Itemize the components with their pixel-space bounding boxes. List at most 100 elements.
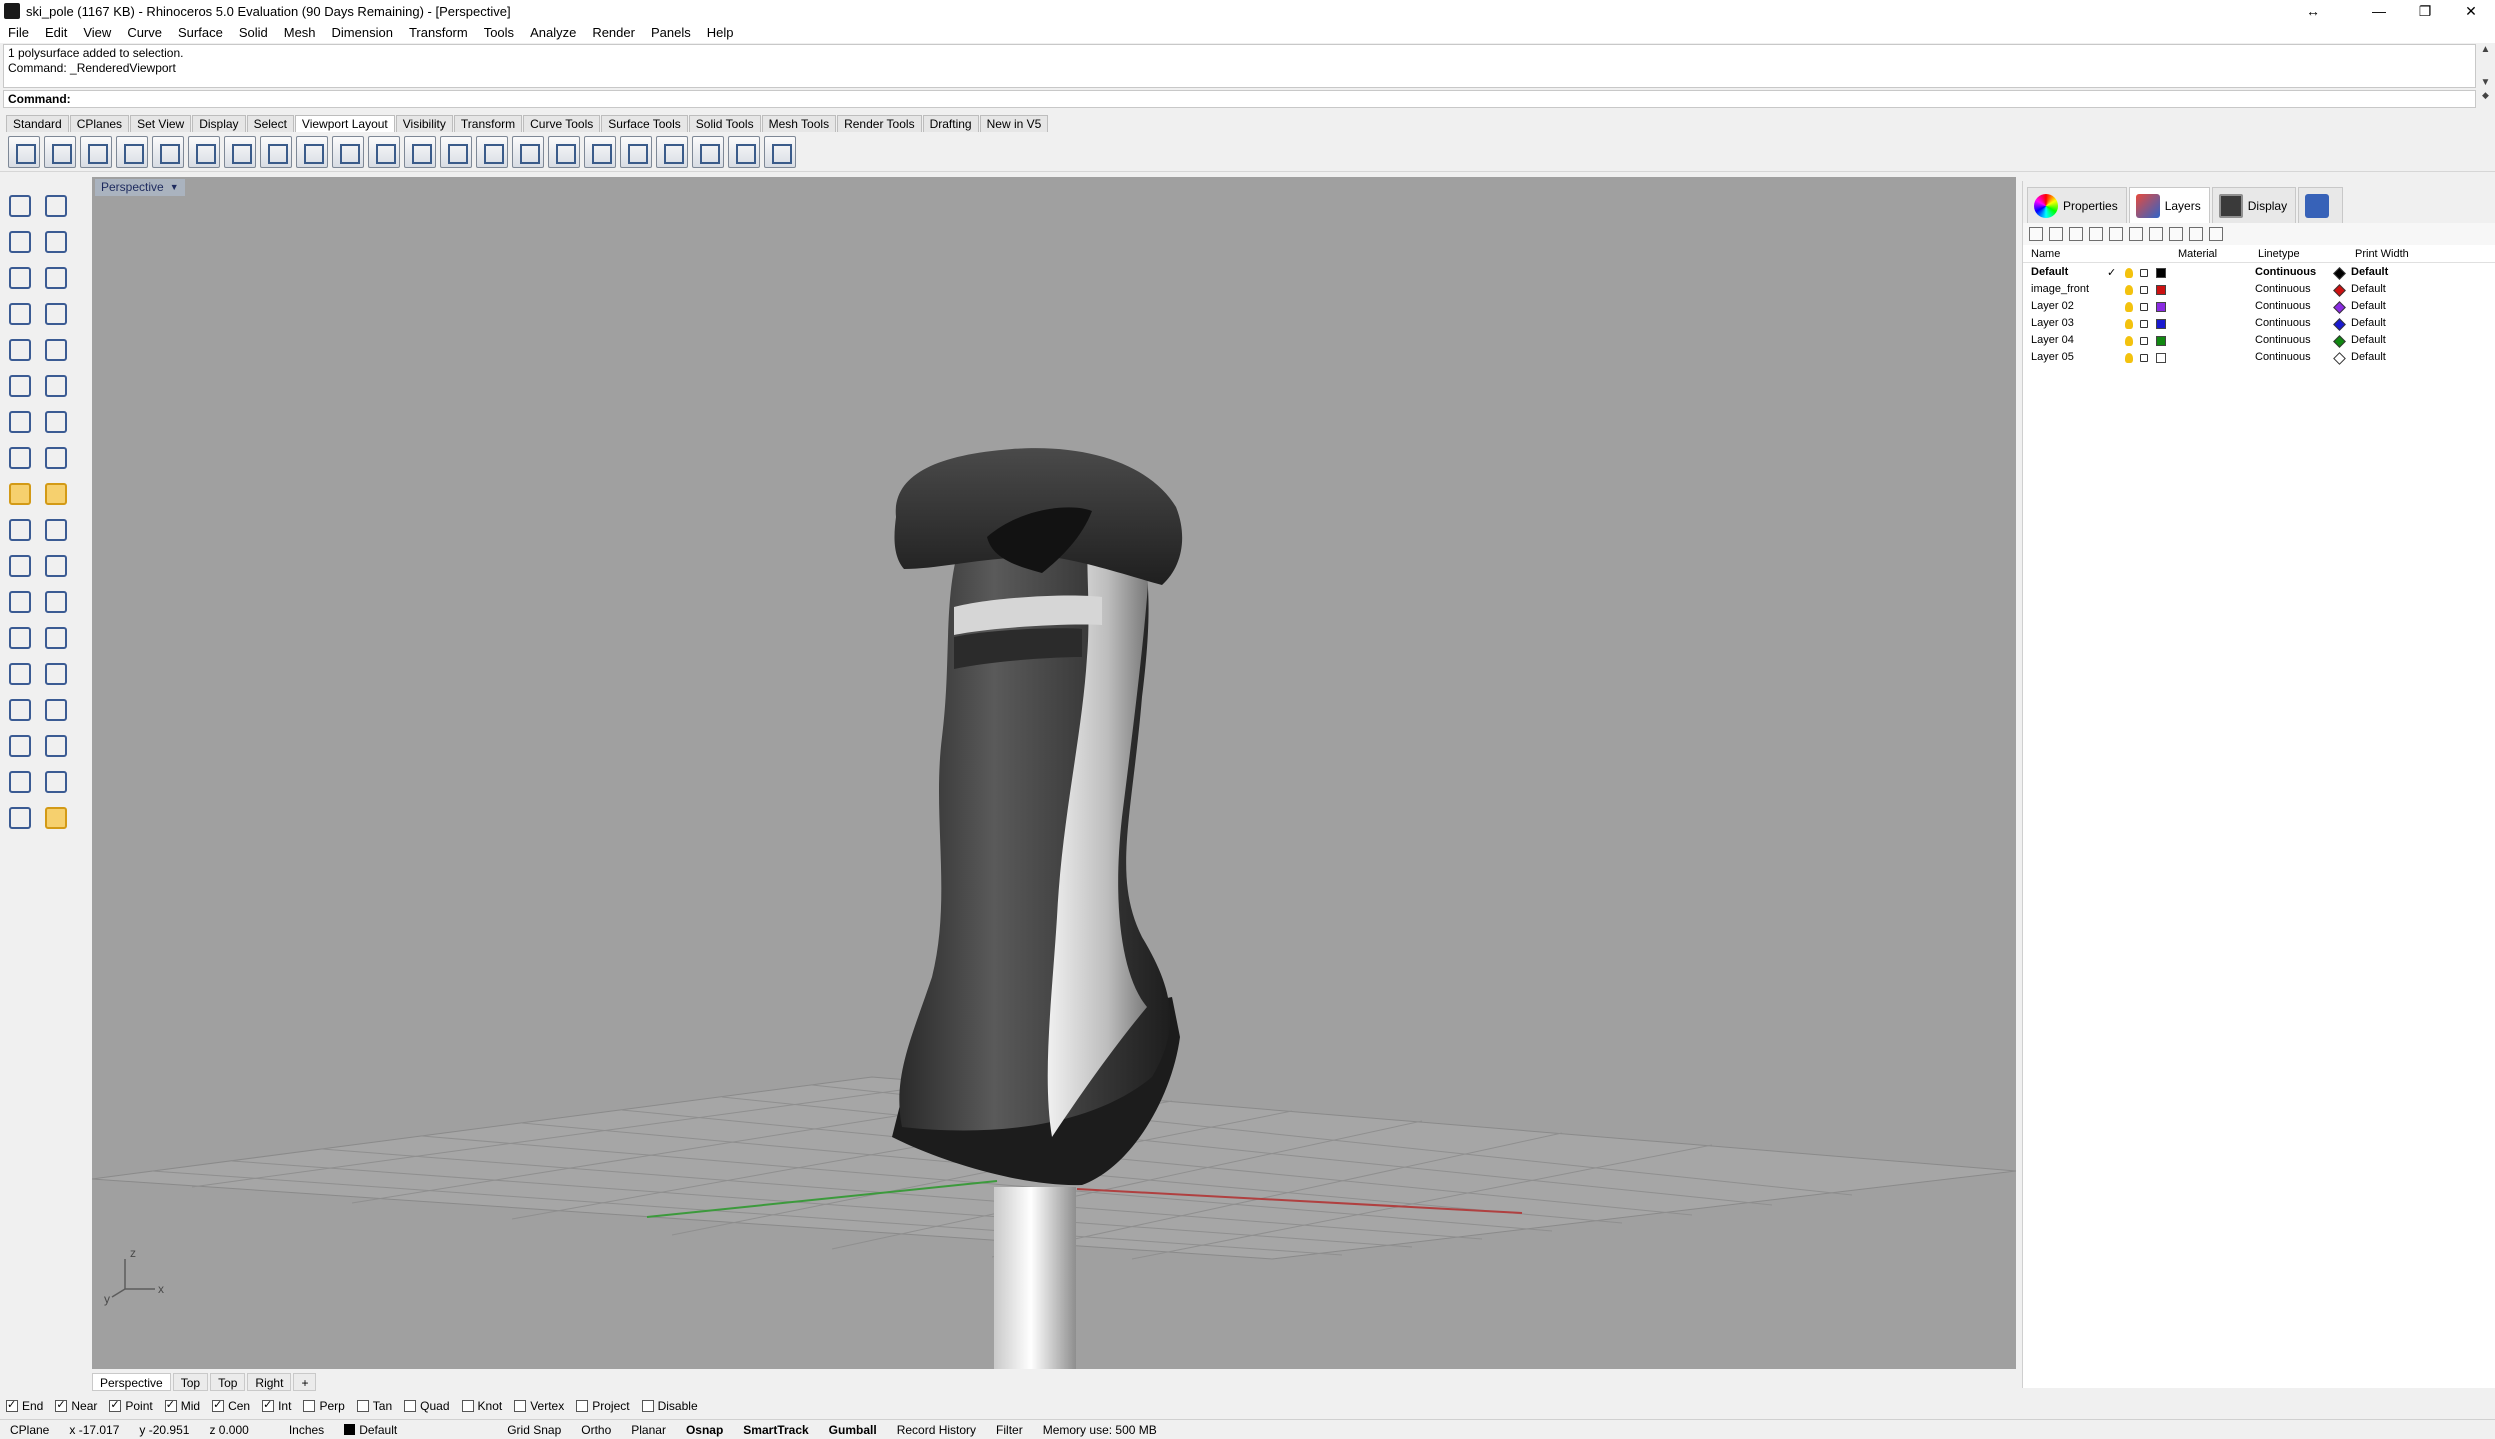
layer-name[interactable]: image_front <box>2031 283 2089 295</box>
three-viewports-icon[interactable] <box>44 135 76 168</box>
point-tool-icon[interactable] <box>40 190 70 220</box>
command-input[interactable]: Command: <box>3 90 2476 108</box>
col-name[interactable]: Name <box>2031 248 2060 260</box>
four-viewports-icon[interactable] <box>8 135 40 168</box>
osnap-tan[interactable]: Tan <box>356 1399 392 1413</box>
lock-icon[interactable] <box>2140 354 2148 362</box>
checkbox-icon[interactable] <box>55 1398 68 1412</box>
menu-analyze[interactable]: Analyze <box>522 22 584 43</box>
layer-current-check[interactable]: ✓ <box>2107 266 2116 279</box>
print-color-diamond-icon[interactable] <box>2333 284 2346 297</box>
print-color-diamond-icon[interactable] <box>2333 267 2346 280</box>
surface-icon[interactable] <box>4 370 34 400</box>
layer-color-swatch[interactable] <box>2156 285 2166 295</box>
tab-surface-tools[interactable]: Surface Tools <box>601 115 688 132</box>
status-smarttrack[interactable]: SmartTrack <box>733 1423 818 1437</box>
move-up-icon[interactable] <box>2089 227 2103 241</box>
menu-panels[interactable]: Panels <box>643 22 699 43</box>
menu-file[interactable]: File <box>0 22 37 43</box>
checkbox-icon[interactable] <box>576 1400 589 1412</box>
grid-options-icon[interactable] <box>260 135 292 168</box>
circle-icon[interactable] <box>4 262 34 292</box>
delete-layer-icon[interactable] <box>2069 227 2083 241</box>
lightbulb-icon[interactable] <box>2125 285 2133 295</box>
zoom-window-icon[interactable] <box>332 135 364 168</box>
checkbox-icon[interactable] <box>461 1400 474 1412</box>
analyze-icon[interactable] <box>4 766 34 796</box>
filter-icon[interactable] <box>2149 227 2163 241</box>
curve-icon[interactable] <box>40 226 70 256</box>
layer-row[interactable]: Layer 03 Continuous Default <box>2023 316 2495 333</box>
tab-top[interactable]: Top <box>172 1373 209 1391</box>
viewport-title[interactable]: Perspective ▼ <box>95 179 185 196</box>
extrude-icon[interactable] <box>40 370 70 400</box>
osnap-perp[interactable]: Perp <box>303 1399 345 1413</box>
perspective-viewport[interactable]: z y x Perspective ▼ <box>92 177 2016 1369</box>
command-spinner-icon[interactable]: ◆ <box>2478 90 2493 108</box>
layer-row[interactable]: Layer 05 Continuous Default <box>2023 350 2495 367</box>
render-viewport-icon[interactable] <box>512 135 544 168</box>
tab-select[interactable]: Select <box>246 115 294 132</box>
layer-states-icon[interactable] <box>2169 227 2183 241</box>
tab-render-tools[interactable]: Render Tools <box>837 115 922 132</box>
print-color-diamond-icon[interactable] <box>2333 335 2346 348</box>
menu-solid[interactable]: Solid <box>231 22 276 43</box>
layer-print-width[interactable]: Default <box>2351 283 2386 295</box>
restore-button[interactable]: ❐ <box>2402 0 2448 22</box>
trim-icon[interactable] <box>4 514 34 544</box>
scroll-up-icon[interactable]: ▲ <box>2481 44 2491 55</box>
layer-linetype[interactable]: Continuous <box>2255 317 2311 329</box>
osnap-quad[interactable]: Quad <box>404 1399 450 1413</box>
tab-viewport-layout[interactable]: Viewport Layout <box>294 115 395 132</box>
osnap-disable[interactable]: Disable <box>641 1399 698 1413</box>
layer-name[interactable]: Layer 03 <box>2031 317 2074 329</box>
tab-solid-tools[interactable]: Solid Tools <box>688 115 761 132</box>
rectangle-icon[interactable] <box>40 298 70 328</box>
layer-linetype[interactable]: Continuous <box>2255 351 2311 363</box>
lock-icon[interactable] <box>2140 269 2148 277</box>
render-icon[interactable] <box>4 802 34 832</box>
layer-help-icon[interactable] <box>2209 227 2223 241</box>
tab-right[interactable]: Right <box>247 1373 292 1391</box>
new-sublayer-icon[interactable] <box>2049 227 2063 241</box>
camera-icon[interactable] <box>440 135 472 168</box>
array-icon[interactable] <box>4 658 34 688</box>
osnap-vertex[interactable]: Vertex <box>514 1399 564 1413</box>
dimension-icon[interactable] <box>40 658 70 688</box>
checkbox-icon[interactable] <box>514 1400 527 1412</box>
checkbox-icon[interactable] <box>303 1400 316 1412</box>
boolean-union-icon[interactable] <box>40 406 70 436</box>
menu-curve[interactable]: Curve <box>119 22 170 43</box>
status-cplane[interactable]: CPlane <box>0 1423 59 1437</box>
menu-help[interactable]: Help <box>699 22 742 43</box>
layer-row[interactable]: Default ✓ Continuous Default <box>2023 265 2495 282</box>
group-icon[interactable] <box>4 550 34 580</box>
lock-icon[interactable] <box>2140 286 2148 294</box>
lightbulb-icon[interactable] <box>2125 268 2133 278</box>
status-filter[interactable]: Filter <box>986 1423 1033 1437</box>
cylinder-icon[interactable] <box>4 442 34 472</box>
layer-name[interactable]: Layer 04 <box>2031 334 2074 346</box>
tab-standard[interactable]: Standard <box>6 115 69 132</box>
ellipse-icon[interactable] <box>40 262 70 292</box>
explode-icon[interactable] <box>40 478 70 508</box>
lightbulb-icon[interactable] <box>2125 353 2133 363</box>
lock-icon[interactable] <box>2140 337 2148 345</box>
polyline-icon[interactable] <box>4 226 34 256</box>
layer-linetype[interactable]: Continuous <box>2255 283 2311 295</box>
layer-print-width[interactable]: Default <box>2351 266 2388 278</box>
checkbox-icon[interactable] <box>109 1398 122 1412</box>
command-history[interactable]: 1 polysurface added to selection. Comman… <box>3 44 2476 88</box>
history-scrollbar[interactable]: ▲ ▼ <box>2478 44 2493 88</box>
block-icon[interactable] <box>4 694 34 724</box>
arc-icon[interactable] <box>4 298 34 328</box>
osnap-project[interactable]: Project <box>576 1399 630 1413</box>
fillet-curve-icon[interactable] <box>40 334 70 364</box>
light-icon[interactable] <box>40 802 70 832</box>
layer-print-width[interactable]: Default <box>2351 317 2386 329</box>
osnap-cen[interactable]: Cen <box>212 1398 250 1413</box>
print-color-diamond-icon[interactable] <box>2333 352 2346 365</box>
checkbox-icon[interactable] <box>164 1398 177 1412</box>
osnap-knot[interactable]: Knot <box>461 1399 502 1413</box>
print-icon[interactable] <box>764 135 796 168</box>
